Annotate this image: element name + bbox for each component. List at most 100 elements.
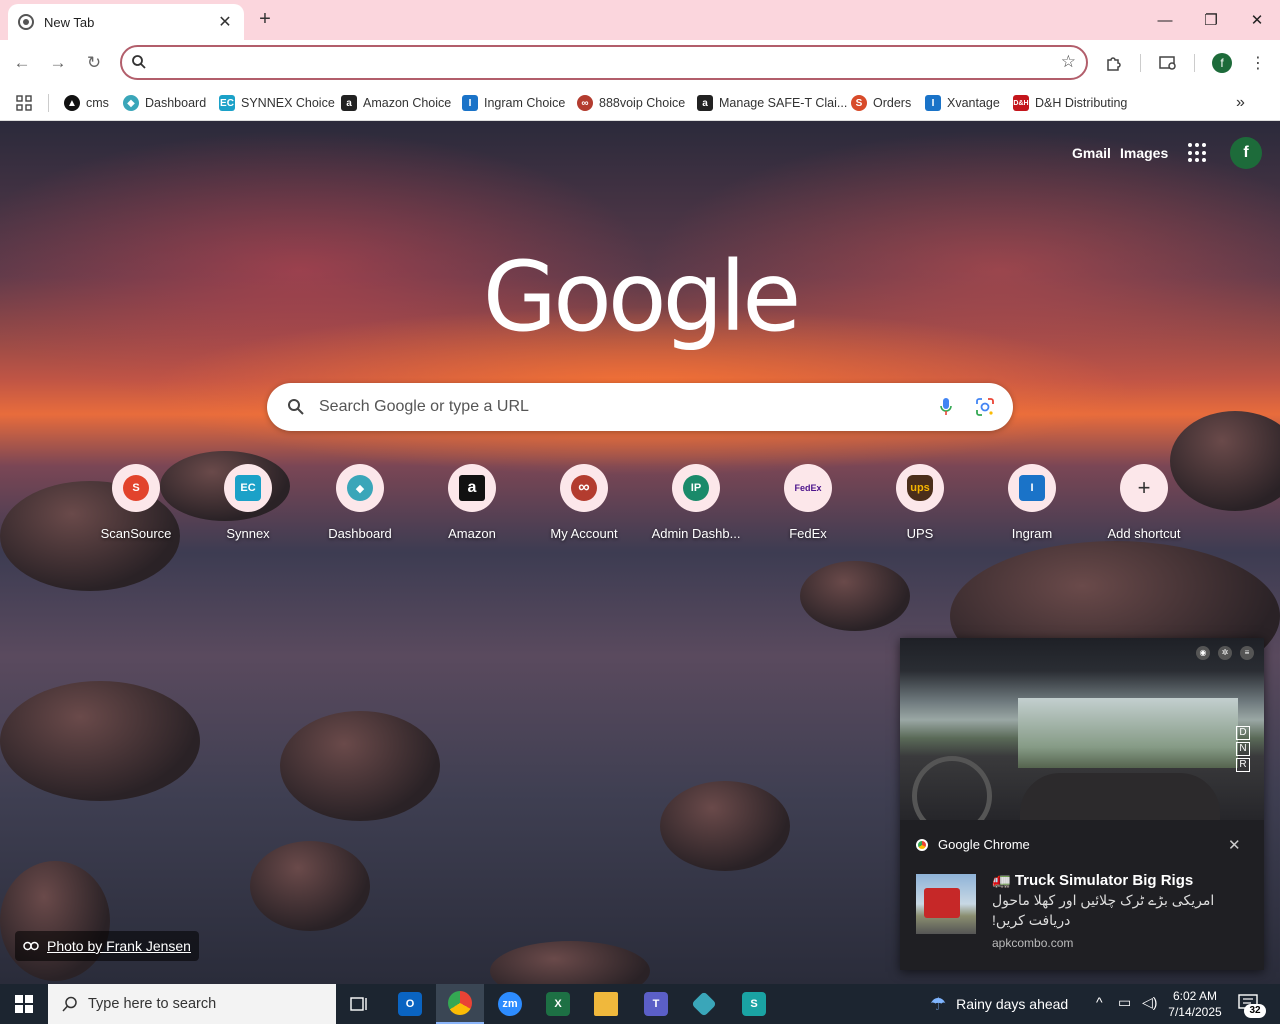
bookmark-star-icon[interactable]: ☆ [1061, 52, 1076, 72]
window-close-button[interactable]: ✕ [1234, 0, 1280, 40]
forward-button[interactable]: → [46, 51, 70, 75]
bookmark-xvantage[interactable]: I Xvantage [925, 92, 1000, 114]
taskbar-zoom[interactable]: zm [486, 984, 534, 1024]
admin-ip-icon: IP [683, 475, 709, 501]
shortcut-tile: a [448, 464, 496, 512]
shortcut-amazon[interactable]: a Amazon [416, 464, 528, 541]
background-rock [0, 681, 200, 801]
notification-close-icon[interactable]: ✕ [1228, 836, 1241, 854]
bookmark-888voip-choice[interactable]: ∞ 888voip Choice [577, 92, 685, 114]
shortcut-ingram[interactable]: I Ingram [976, 464, 1088, 541]
bookmark-label: Dashboard [145, 96, 207, 110]
bookmark-dashboard[interactable]: ◆ Dashboard [123, 92, 206, 114]
google-account-avatar[interactable]: f [1230, 137, 1262, 169]
profile-avatar[interactable]: f [1212, 53, 1232, 73]
tab-new-tab[interactable]: New Tab ✕ [8, 4, 244, 40]
address-bar[interactable]: ☆ [120, 45, 1088, 80]
minimize-button[interactable]: — [1142, 0, 1188, 40]
shortcut-dashboard[interactable]: ◆ Dashboard [304, 464, 416, 541]
shortcut-tile: EC [224, 464, 272, 512]
shortcut-label: Synnex [226, 526, 270, 541]
background-rock [660, 781, 790, 871]
taskbar-teams[interactable]: T [632, 984, 680, 1024]
ingram-icon: I [462, 95, 478, 111]
system-clock[interactable]: 6:02 AM 7/14/2025 [1160, 988, 1230, 1020]
google-lens-icon[interactable] [975, 397, 995, 417]
ups-icon: ups [907, 475, 933, 501]
bookmark-label: 888voip Choice [599, 96, 686, 110]
taskbar-file-explorer[interactable] [582, 984, 630, 1024]
photo-credit-link[interactable]: Photo by Frank Jensen [15, 931, 199, 961]
settings-icon: ✲ [1218, 646, 1232, 660]
shortcut-label: My Account [550, 526, 618, 541]
notification-count-badge: 32 [1244, 1004, 1266, 1018]
back-button[interactable]: ← [10, 51, 34, 75]
shortcut-ups[interactable]: ups UPS [864, 464, 976, 541]
bookmark-synnex-choice[interactable]: EC SYNNEX Choice [219, 92, 335, 114]
extensions-icon[interactable] [1102, 51, 1126, 75]
tab-search-icon[interactable] [1156, 51, 1180, 75]
windows-logo-icon [15, 995, 33, 1013]
shortcut-scansource[interactable]: S ScanSource [80, 464, 192, 541]
bookmarks-overflow-icon[interactable]: » [1236, 92, 1245, 114]
maximize-button[interactable]: ❐ [1188, 0, 1234, 40]
gmail-link[interactable]: Gmail [1072, 145, 1111, 161]
taskbar-chrome[interactable] [436, 984, 484, 1024]
scansource-icon: S [123, 475, 149, 501]
gear-r: R [1236, 758, 1250, 772]
camera-icon: ◉ [1196, 646, 1210, 660]
task-view-button[interactable] [336, 984, 384, 1024]
bookmark-manage-safe-t[interactable]: a Manage SAFE-T Clai... [697, 92, 847, 114]
shortcut-tile: IP [672, 464, 720, 512]
tab-title: New Tab [44, 14, 95, 30]
volume-icon[interactable]: ◁) [1142, 994, 1157, 1011]
chrome-favicon-icon [18, 14, 34, 30]
bookmark-cms[interactable]: ▲ cms [64, 92, 109, 114]
windows-start-button[interactable] [0, 984, 48, 1024]
notification-preview-image: ◉ ✲ ≡ D N R [900, 638, 1264, 820]
chrome-notification[interactable]: ◉ ✲ ≡ D N R Google Chrome ✕ 🚛 Truck Simu… [900, 638, 1264, 970]
shortcut-admin-dashboard[interactable]: IP Admin Dashb... [640, 464, 752, 541]
shortcut-add[interactable]: + Add shortcut [1088, 464, 1200, 541]
weather-widget[interactable]: ☂ Rainy days ahead [930, 984, 1068, 1024]
plus-icon: + [1137, 475, 1151, 500]
s-app-icon: S [742, 992, 766, 1016]
bookmark-ingram-choice[interactable]: I Ingram Choice [462, 92, 565, 114]
ntp-search-box[interactable]: Search Google or type a URL [267, 383, 1013, 431]
search-icon [132, 55, 146, 69]
tray-expand-icon[interactable]: ^ [1096, 994, 1103, 1010]
weather-text: Rainy days ahead [956, 996, 1069, 1012]
shortcut-my-account[interactable]: ∞ My Account [528, 464, 640, 541]
excel-icon: X [546, 992, 570, 1016]
bookmark-amazon-choice[interactable]: a Amazon Choice [341, 92, 451, 114]
synnex-icon: EC [219, 95, 235, 111]
new-tab-button[interactable]: + [254, 8, 276, 30]
menu-kebab-icon[interactable]: ⋮ [1246, 51, 1270, 75]
apps-grid-icon[interactable] [16, 92, 32, 114]
shortcut-tile: ups [896, 464, 944, 512]
taskbar-sapp[interactable]: S [730, 984, 778, 1024]
dashboard-icon: ◆ [347, 475, 373, 501]
shortcut-synnex[interactable]: EC Synnex [192, 464, 304, 541]
network-icon[interactable]: ▭ [1118, 994, 1131, 1011]
taskbar-outlook[interactable]: O [386, 984, 434, 1024]
tab-close-icon[interactable]: ✕ [216, 12, 234, 32]
reload-button[interactable]: ↻ [82, 51, 106, 75]
taskbar-search-input[interactable]: Type here to search [48, 984, 336, 1024]
bookmark-label: Manage SAFE-T Clai... [719, 96, 848, 110]
google-apps-icon[interactable] [1188, 143, 1208, 163]
bookmark-orders[interactable]: S Orders [851, 92, 911, 114]
bookmark-dh-distributing[interactable]: D&H D&H Distributing [1013, 92, 1127, 114]
background-rock [0, 861, 110, 981]
bookmark-label: Amazon Choice [363, 96, 452, 110]
images-link[interactable]: Images [1120, 145, 1168, 161]
888voip-icon: ∞ [577, 95, 593, 111]
taskbar-excel[interactable]: X [534, 984, 582, 1024]
bookmark-label: Orders [873, 96, 912, 110]
search-placeholder: Search Google or type a URL [319, 398, 529, 415]
taskbar: Type here to search O zm X T S ☂ Rainy d… [0, 984, 1280, 1024]
bookmark-label: Ingram Choice [484, 96, 566, 110]
voice-search-icon[interactable] [939, 397, 953, 417]
taskbar-dashboard-app[interactable] [680, 984, 728, 1024]
shortcut-fedex[interactable]: FedEx FedEx [752, 464, 864, 541]
